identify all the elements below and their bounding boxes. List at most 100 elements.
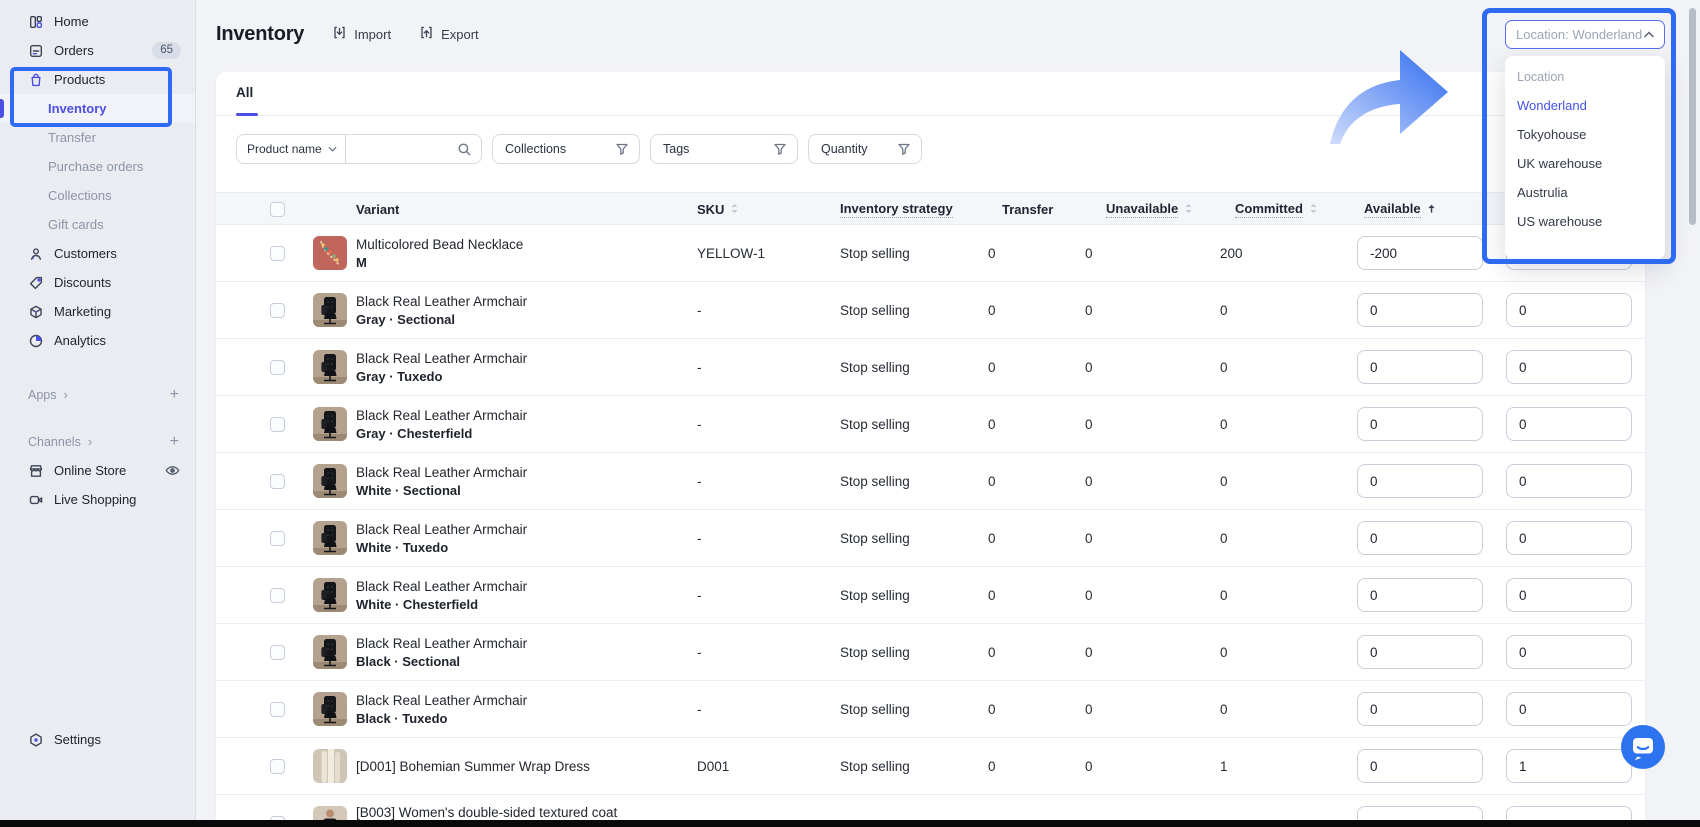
sidebar-item-discounts[interactable]: Discounts	[0, 268, 195, 297]
quantity-filter[interactable]: Quantity	[808, 134, 922, 164]
tags-filter-label: Tags	[663, 142, 689, 156]
sku-cell: -	[697, 396, 702, 452]
page-title: Inventory	[216, 23, 304, 46]
committed-cell: 200	[1220, 225, 1243, 281]
available-input[interactable]	[1357, 407, 1483, 441]
transfer-cell: 0	[988, 738, 996, 794]
column-header-unavailable[interactable]: Unavailable	[1106, 193, 1193, 226]
available-input[interactable]	[1357, 692, 1483, 726]
sidebar-item-label: Transfer	[48, 130, 96, 145]
sidebar-item-orders[interactable]: Orders65	[0, 36, 195, 65]
sidebar-item-customers[interactable]: Customers	[0, 239, 195, 268]
sidebar-item-marketing[interactable]: Marketing	[0, 297, 195, 326]
sidebar-item-transfer[interactable]: Transfer	[0, 123, 195, 152]
location-option-austrulia[interactable]: Austrulia	[1505, 178, 1665, 207]
committed-cell: 0	[1220, 396, 1228, 452]
sidebar-item-gift-cards[interactable]: Gift cards	[0, 210, 195, 239]
available-input[interactable]	[1357, 521, 1483, 555]
product-name[interactable]: Black Real Leather Armchair	[356, 465, 527, 480]
tags-filter[interactable]: Tags	[650, 134, 798, 164]
row-checkbox[interactable]	[270, 246, 285, 261]
sidebar-item-online-store[interactable]: Online Store	[0, 456, 195, 485]
available-input[interactable]	[1357, 293, 1483, 327]
column-header-label: SKU	[697, 202, 724, 217]
add-channel-button[interactable]: +	[170, 433, 179, 451]
row-checkbox[interactable]	[270, 702, 285, 717]
location-option-wonderland[interactable]: Wonderland	[1505, 91, 1665, 120]
sidebar-item-collections[interactable]: Collections	[0, 181, 195, 210]
eye-icon[interactable]	[164, 462, 181, 479]
row-checkbox[interactable]	[270, 417, 285, 432]
row-checkbox[interactable]	[270, 303, 285, 318]
sidebar-item-inventory[interactable]: Inventory	[0, 94, 195, 123]
on-hand-input[interactable]	[1506, 635, 1632, 669]
committed-cell: 0	[1220, 282, 1228, 338]
sidebar-item-label: Settings	[54, 732, 101, 747]
available-input[interactable]	[1357, 464, 1483, 498]
available-input[interactable]	[1357, 578, 1483, 612]
chat-widget-button[interactable]	[1621, 725, 1665, 769]
vertical-scrollbar-thumb[interactable]	[1689, 8, 1696, 225]
sidebar-item-live-shopping[interactable]: Live Shopping	[0, 485, 195, 514]
column-header-available[interactable]: Available	[1364, 193, 1436, 226]
search-field-selector[interactable]: Product name	[237, 135, 346, 163]
sort-icon	[1303, 202, 1318, 218]
sidebar-item-settings[interactable]: Settings	[0, 725, 195, 754]
sidebar-channel-items: Online StoreLive Shopping	[0, 456, 195, 514]
add-app-button[interactable]: +	[170, 386, 179, 404]
on-hand-input[interactable]	[1506, 578, 1632, 612]
on-hand-input[interactable]	[1506, 293, 1632, 327]
sidebar-item-home[interactable]: Home	[0, 7, 195, 36]
apps-label: Apps	[28, 388, 57, 402]
row-checkbox[interactable]	[270, 531, 285, 546]
on-hand-input[interactable]	[1506, 749, 1632, 783]
search-input[interactable]	[346, 142, 457, 157]
product-name[interactable]: Black Real Leather Armchair	[356, 522, 527, 537]
row-checkbox[interactable]	[270, 759, 285, 774]
export-button[interactable]: Export	[419, 25, 479, 43]
row-checkbox[interactable]	[270, 474, 285, 489]
export-icon	[419, 25, 434, 43]
collections-filter[interactable]: Collections	[492, 134, 640, 164]
product-name[interactable]: [B003] Women's double-sided textured coa…	[356, 805, 617, 820]
location-option-tokyohouse[interactable]: Tokyohouse	[1505, 120, 1665, 149]
product-name[interactable]: Black Real Leather Armchair	[356, 408, 527, 423]
location-option-uk-warehouse[interactable]: UK warehouse	[1505, 149, 1665, 178]
product-name[interactable]: [D001] Bohemian Summer Wrap Dress	[356, 759, 590, 774]
product-name[interactable]: Black Real Leather Armchair	[356, 351, 527, 366]
row-checkbox[interactable]	[270, 588, 285, 603]
on-hand-input[interactable]	[1506, 350, 1632, 384]
column-header-sku[interactable]: SKU	[697, 193, 739, 226]
select-all-checkbox[interactable]	[270, 202, 285, 217]
on-hand-input[interactable]	[1506, 521, 1632, 555]
sidebar-section-apps[interactable]: Apps › +	[0, 380, 195, 409]
product-name[interactable]: Black Real Leather Armchair	[356, 693, 527, 708]
column-header-committed[interactable]: Committed	[1235, 193, 1318, 226]
product-name[interactable]: Black Real Leather Armchair	[356, 636, 527, 651]
available-input[interactable]	[1357, 350, 1483, 384]
transfer-cell: 0	[988, 567, 996, 623]
location-option-us-warehouse[interactable]: US warehouse	[1505, 207, 1665, 236]
tab-all[interactable]: All	[236, 85, 253, 100]
committed-cell: 0	[1220, 339, 1228, 395]
sidebar-item-purchase-orders[interactable]: Purchase orders	[0, 152, 195, 181]
row-checkbox[interactable]	[270, 645, 285, 660]
product-name[interactable]: Multicolored Bead Necklace	[356, 237, 523, 252]
product-name[interactable]: Black Real Leather Armchair	[356, 579, 527, 594]
on-hand-input[interactable]	[1506, 692, 1632, 726]
gear-icon	[28, 732, 44, 748]
product-name[interactable]: Black Real Leather Armchair	[356, 294, 527, 309]
sidebar-section-channels[interactable]: Channels › +	[0, 427, 195, 456]
row-checkbox[interactable]	[270, 360, 285, 375]
import-button[interactable]: Import	[332, 25, 391, 43]
sidebar-item-products[interactable]: Products	[0, 65, 195, 94]
on-hand-input[interactable]	[1506, 464, 1632, 498]
sidebar-item-label: Products	[54, 72, 105, 87]
location-dropdown-button[interactable]: Location: Wonderland	[1505, 20, 1665, 49]
unavailable-cell: 0	[1085, 738, 1093, 794]
available-input[interactable]	[1357, 236, 1483, 270]
on-hand-input[interactable]	[1506, 407, 1632, 441]
sidebar-item-analytics[interactable]: Analytics	[0, 326, 195, 355]
available-input[interactable]	[1357, 749, 1483, 783]
available-input[interactable]	[1357, 635, 1483, 669]
